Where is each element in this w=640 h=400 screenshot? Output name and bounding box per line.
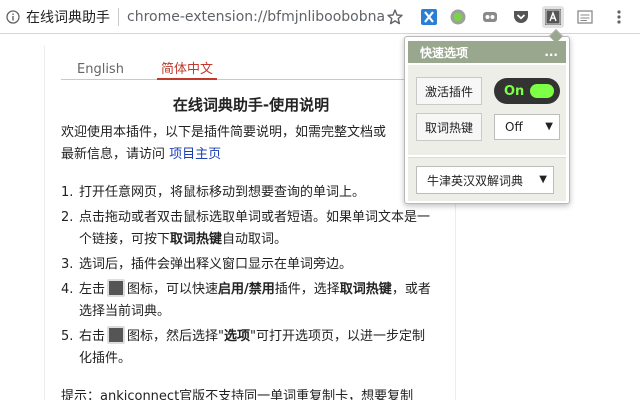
instructions-list: 1. 打开任意网页，将鼠标移动到想要查询的单词上。 2. 点击拖动或者双击鼠标选… [61,182,433,373]
tab-chinese[interactable]: 简体中文 [157,62,218,80]
tip-text: 提示：ankiconnect官版不支持同一单词重复制卡，想要复制 [61,389,414,400]
popup-header: 快速选项 ... [408,41,566,63]
intro-paragraph: 欢迎使用本插件，以下是插件简要说明，如需完整文档或 最新信息，请访问 项目主页 [61,122,441,166]
list-item: 2. 点击拖动或者双击鼠标选取单词或者短语。如果单词文本是一个链接，可按下取词热… [61,210,431,247]
extension-icon-inline [107,326,126,344]
page-title: 在线词典助手-使用说明 [172,96,330,114]
url-text[interactable]: chrome-extension://bfmjnliboobobna [127,9,385,25]
hotkey-label: 取词热键 [416,113,482,141]
toggle-state-text: On [504,83,525,99]
list-item: 3. 选词后，插件会弹出释义窗口显示在单词旁边。 [61,257,353,272]
omnibox-separator [118,8,119,26]
caret-down-icon: ▼ [545,121,553,132]
pocket-icon[interactable] [510,6,532,28]
popup-title: 快速选项 [420,45,469,60]
toggle-knob [530,84,554,98]
list-item: 5. 右击 图标，然后选择"选项"可打开选项页，以进一步定制化插件。 [61,326,433,370]
activate-plugin-label: 激活插件 [416,77,482,105]
browser-menu-icon[interactable] [608,6,630,28]
browser-toolbar: 在线词典助手 chrome-extension://bfmjnliboobobn… [0,0,640,34]
popup-body: 激活插件 On 取词热键 Off ▼ [408,65,566,155]
dictionary-value: 牛津英汉双解词典 [427,173,524,188]
dictionary-select[interactable]: 牛津英汉双解词典 ▼ [416,166,554,194]
popup-menu-button[interactable]: ... [544,45,558,59]
hotkey-value: Off [505,120,523,134]
dictionary-extension-icon[interactable] [542,6,564,28]
quick-options-popup: 快速选项 ... 激活插件 On 取词热键 Off ▼ 牛津英汉双解词典 ▼ [404,28,570,204]
activate-row: 激活插件 On [416,77,560,105]
intro-text-2: 最新信息，请访问 [61,147,166,162]
info-icon[interactable] [6,10,20,24]
hotkey-row: 取词热键 Off ▼ [416,113,560,141]
x-extension-icon[interactable] [418,6,440,28]
dictionary-row: 牛津英汉双解词典 ▼ [408,157,566,201]
caret-down-icon: ▼ [539,174,547,185]
tab-english[interactable]: English [77,62,124,78]
list-item: 1. 打开任意网页，将鼠标移动到想要查询的单词上。 [61,185,366,200]
site-name: 在线词典助手 [26,10,110,26]
intro-text: 欢迎使用本插件，以下是插件简要说明，如需完整文档或 [61,125,387,140]
page-content: English 简体中文 在线词典助手-使用说明 欢迎使用本插件，以下是插件简要… [44,46,456,400]
reader-extension-icon[interactable] [574,6,596,28]
mask-extension-icon[interactable] [479,6,501,28]
language-tabs: English 简体中文 [61,62,417,80]
green-circle-extension-icon[interactable] [447,6,469,28]
list-item: 4. 左击 图标，可以快速启用/禁用插件，选择取词热键，或者选择当前词典。 [61,279,433,323]
project-home-link[interactable]: 项目主页 [169,147,221,162]
hotkey-select[interactable]: Off ▼ [494,114,560,140]
bookmark-star-icon[interactable] [386,8,404,26]
omnibox[interactable]: 在线词典助手 chrome-extension://bfmjnliboobobn… [0,4,408,30]
activate-toggle[interactable]: On [494,78,560,104]
extension-icon-inline [107,279,126,297]
